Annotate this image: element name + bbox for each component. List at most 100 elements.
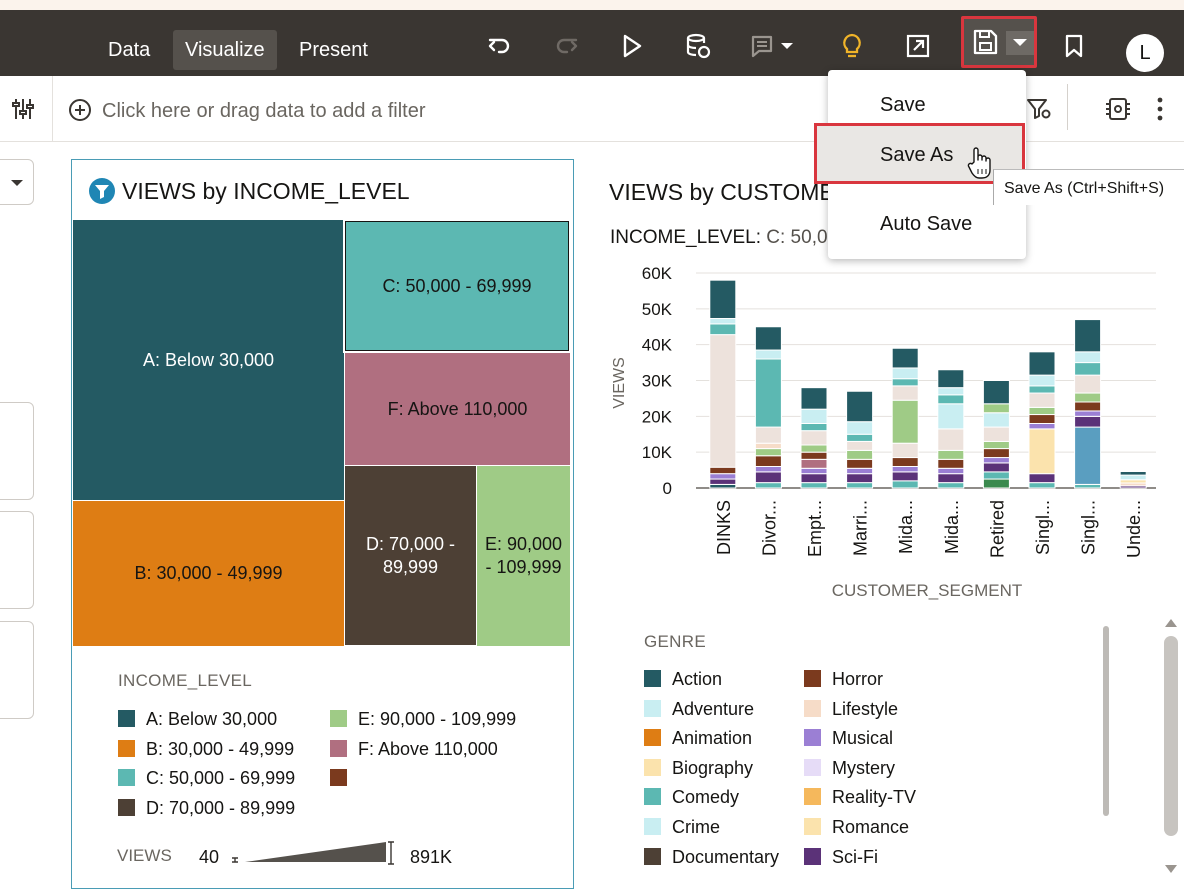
bar-segment[interactable]	[937, 428, 965, 451]
bar-segment[interactable]	[937, 369, 965, 389]
legend-item[interactable]: Crime	[644, 816, 720, 838]
left-panel-slot[interactable]	[0, 621, 34, 719]
legend-item[interactable]: Animation	[644, 727, 752, 749]
avatar[interactable]: L	[1126, 34, 1164, 72]
stacked-bar-chart[interactable]: 0 10K 20K 30K 40K 50K 60K DINKS Divor... Empt... M…	[600, 255, 1184, 615]
bar-segment[interactable]	[937, 449, 965, 460]
bar-segment[interactable]	[709, 466, 737, 475]
bar-segment[interactable]	[1074, 426, 1102, 485]
bar-segment[interactable]	[709, 318, 737, 325]
bar-segment[interactable]	[982, 471, 1010, 480]
bar-segment[interactable]	[982, 478, 1010, 489]
bar-segment[interactable]	[891, 399, 919, 444]
bar-segment[interactable]	[800, 451, 828, 460]
bar-segment[interactable]	[1119, 471, 1147, 476]
bar-segment[interactable]	[937, 403, 965, 430]
bar-segment[interactable]	[1119, 474, 1147, 481]
bar-segment[interactable]	[1074, 483, 1102, 489]
bar-segment[interactable]	[1074, 351, 1102, 364]
insights-bulb-icon[interactable]	[832, 26, 872, 66]
bar-segment[interactable]	[754, 358, 782, 428]
legend-item[interactable]: Reality-TV	[804, 786, 916, 808]
bar-segment[interactable]	[1074, 362, 1102, 376]
bar-segment[interactable]	[1074, 401, 1102, 412]
bar-segment[interactable]	[891, 457, 919, 468]
undo-icon[interactable]	[480, 26, 520, 66]
bar-segment[interactable]	[754, 466, 782, 473]
bar-segment[interactable]	[982, 440, 1010, 450]
bar-segment[interactable]	[754, 426, 782, 444]
legend-item[interactable]: Horror	[804, 668, 883, 690]
bar-segment[interactable]	[800, 444, 828, 453]
bar-segment[interactable]	[800, 482, 828, 489]
bar-segment[interactable]	[1074, 319, 1102, 353]
page-scrollbar[interactable]	[1164, 636, 1178, 836]
properties-sliders-icon[interactable]	[10, 96, 36, 122]
bar-segment[interactable]	[982, 426, 1010, 442]
bar-segment[interactable]	[846, 390, 874, 423]
legend-item[interactable]: Comedy	[644, 786, 739, 808]
treemap-tile[interactable]: A: Below 30,000	[73, 220, 344, 500]
bar-segment[interactable]	[937, 394, 965, 405]
treemap-tile[interactable]: B: 30,000 - 49,999	[73, 500, 344, 646]
tab-data[interactable]: Data	[96, 30, 162, 70]
legend-item[interactable]: Adventure	[644, 698, 754, 720]
bar-segment[interactable]	[846, 449, 874, 460]
bar-segment[interactable]	[1028, 473, 1056, 484]
legend-item[interactable]: C: 50,000 - 69,999	[118, 767, 295, 789]
bar-segment[interactable]	[891, 442, 919, 459]
legend-item[interactable]: F: Above 110,000	[330, 738, 498, 760]
scroll-down-icon[interactable]	[1162, 862, 1180, 876]
bar-segment[interactable]	[846, 458, 874, 469]
bar-segment[interactable]	[846, 482, 874, 489]
bar-segment[interactable]	[846, 473, 874, 484]
bar-segment[interactable]	[846, 421, 874, 435]
scroll-up-icon[interactable]	[1162, 616, 1180, 630]
treemap-tile[interactable]: F: Above 110,000	[344, 352, 570, 465]
legend-item[interactable]: Musical	[804, 727, 893, 749]
bar-segment[interactable]	[754, 471, 782, 484]
bar-segment[interactable]	[1074, 374, 1102, 394]
bar-segment[interactable]	[982, 412, 1010, 428]
bar-segment[interactable]	[1028, 374, 1056, 387]
bar-segment[interactable]	[937, 467, 965, 475]
bar-segment[interactable]	[937, 458, 965, 469]
bar-segment[interactable]	[982, 380, 1010, 405]
bar-segment[interactable]	[754, 482, 782, 489]
legend-item[interactable]: B: 30,000 - 49,999	[118, 738, 294, 760]
bar-segment[interactable]	[982, 403, 1010, 414]
bar-segment[interactable]	[1028, 423, 1056, 430]
bar-segment[interactable]	[891, 378, 919, 387]
treemap-tile[interactable]: C: 50,000 - 69,999	[343, 219, 571, 353]
bar-segment[interactable]	[754, 455, 782, 467]
treemap-tile[interactable]: E: 90,000 - 109,999	[477, 465, 570, 646]
bar-segment[interactable]	[754, 448, 782, 457]
bar-segment[interactable]	[709, 483, 737, 489]
export-icon[interactable]	[898, 26, 938, 66]
bar-segment[interactable]	[1074, 392, 1102, 403]
bar-segment[interactable]	[800, 467, 828, 475]
legend-item[interactable]: Action	[644, 668, 722, 690]
bar-segment[interactable]	[709, 334, 737, 468]
legend-item[interactable]: Mystery	[804, 757, 895, 779]
legend-scrollbar[interactable]	[1103, 626, 1109, 816]
bar-segment[interactable]	[800, 458, 828, 469]
treemap-tile[interactable]: D: 70,000 - 89,999	[344, 465, 477, 646]
bar-segment[interactable]	[800, 430, 828, 446]
menu-item-auto-save[interactable]: Auto Save	[880, 213, 972, 236]
bar-segment[interactable]	[709, 323, 737, 336]
bar-segment[interactable]	[1028, 482, 1056, 489]
legend-item[interactable]: Lifestyle	[804, 698, 898, 720]
more-options-icon[interactable]	[1150, 94, 1170, 124]
save-icon[interactable]	[970, 27, 1000, 57]
bar-segment[interactable]	[800, 423, 828, 432]
bar-segment[interactable]	[1074, 415, 1102, 428]
bar-segment[interactable]	[937, 482, 965, 489]
bar-segment[interactable]	[754, 442, 782, 450]
bar-segment[interactable]	[846, 433, 874, 442]
bar-segment[interactable]	[754, 326, 782, 351]
menu-item-save-as[interactable]: Save As	[880, 144, 953, 167]
bar-segment[interactable]	[1028, 351, 1056, 376]
filter-placeholder[interactable]: Click here or drag data to add a filter	[102, 100, 426, 123]
bar-segment[interactable]	[891, 480, 919, 489]
